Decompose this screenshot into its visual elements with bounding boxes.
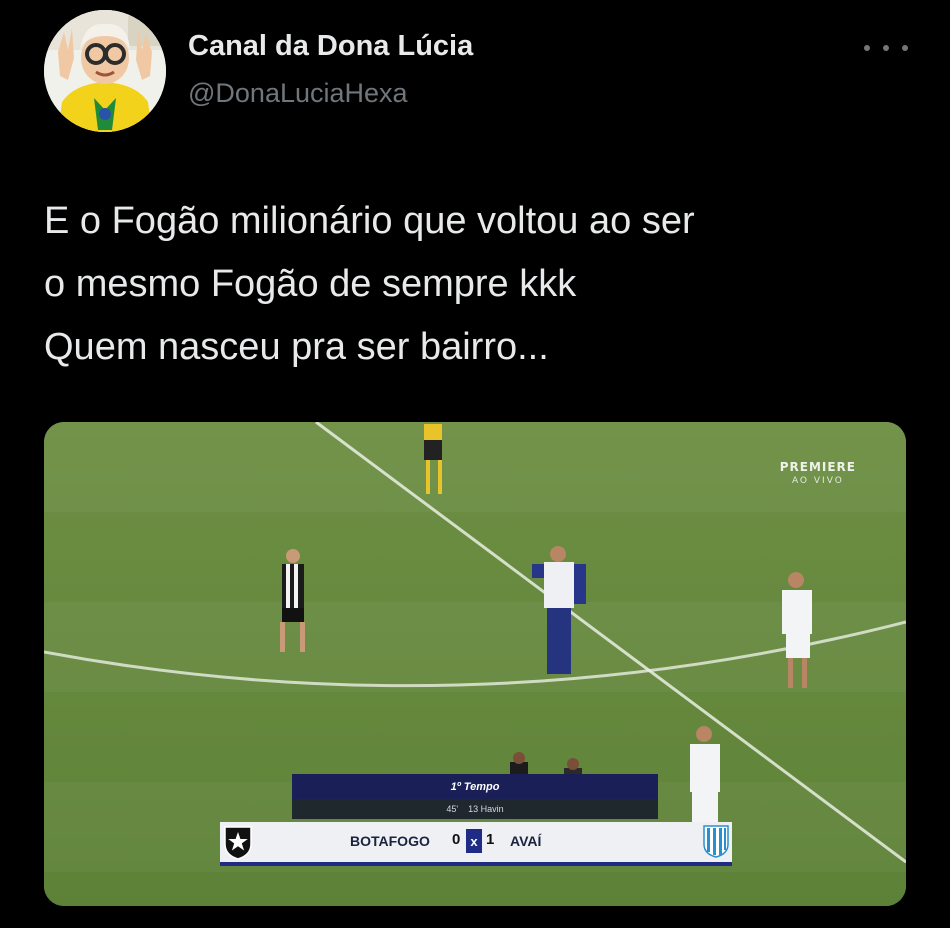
avai-striped-crest-icon: [703, 825, 729, 858]
author-name[interactable]: Canal da Dona Lúcia: [188, 30, 473, 63]
dot: [902, 45, 908, 51]
dot: [883, 45, 889, 51]
tweet-text-line: E o Fogão milionário que voltou ao ser: [44, 200, 695, 242]
author-handle[interactable]: @DonaLuciaHexa: [188, 78, 408, 109]
tweet-media-image[interactable]: PREMIERE AO VIVO 1º Tempo 45' 13 Havin B…: [44, 422, 906, 906]
scoreboard-clock: 45': [446, 804, 459, 814]
scoreboard: BOTAFOGO 0 x 1 AVAÍ: [220, 822, 732, 866]
broadcaster-sub: AO VIVO: [791, 476, 844, 486]
tweet-text-line: o mesmo Fogão de sempre kkk: [44, 263, 577, 305]
more-options-icon[interactable]: [864, 36, 908, 60]
scoreboard-extra-info: 13 Havin: [468, 804, 504, 814]
broadcaster-logo: PREMIERE AO VIVO: [780, 460, 856, 486]
avatar-illustration: [44, 10, 166, 132]
scoreboard-clock-bar: 45' 13 Havin: [292, 799, 658, 819]
scoreboard-period: 1º Tempo: [292, 774, 658, 799]
home-team-name: BOTAFOGO: [350, 833, 430, 849]
botafogo-star-crest-icon: [224, 826, 252, 860]
broadcaster-name: PREMIERE: [779, 460, 856, 474]
away-score: 1: [486, 831, 495, 848]
score-separator: x: [466, 829, 482, 853]
author-avatar[interactable]: [44, 10, 166, 132]
tweet-text-line: Quem nasceu pra ser bairro...: [44, 326, 549, 368]
home-score: 0: [452, 831, 461, 848]
away-team-name: AVAÍ: [510, 833, 542, 849]
tweet-text: E o Fogão milionário que voltou ao ser o…: [44, 190, 924, 379]
dot: [864, 45, 870, 51]
